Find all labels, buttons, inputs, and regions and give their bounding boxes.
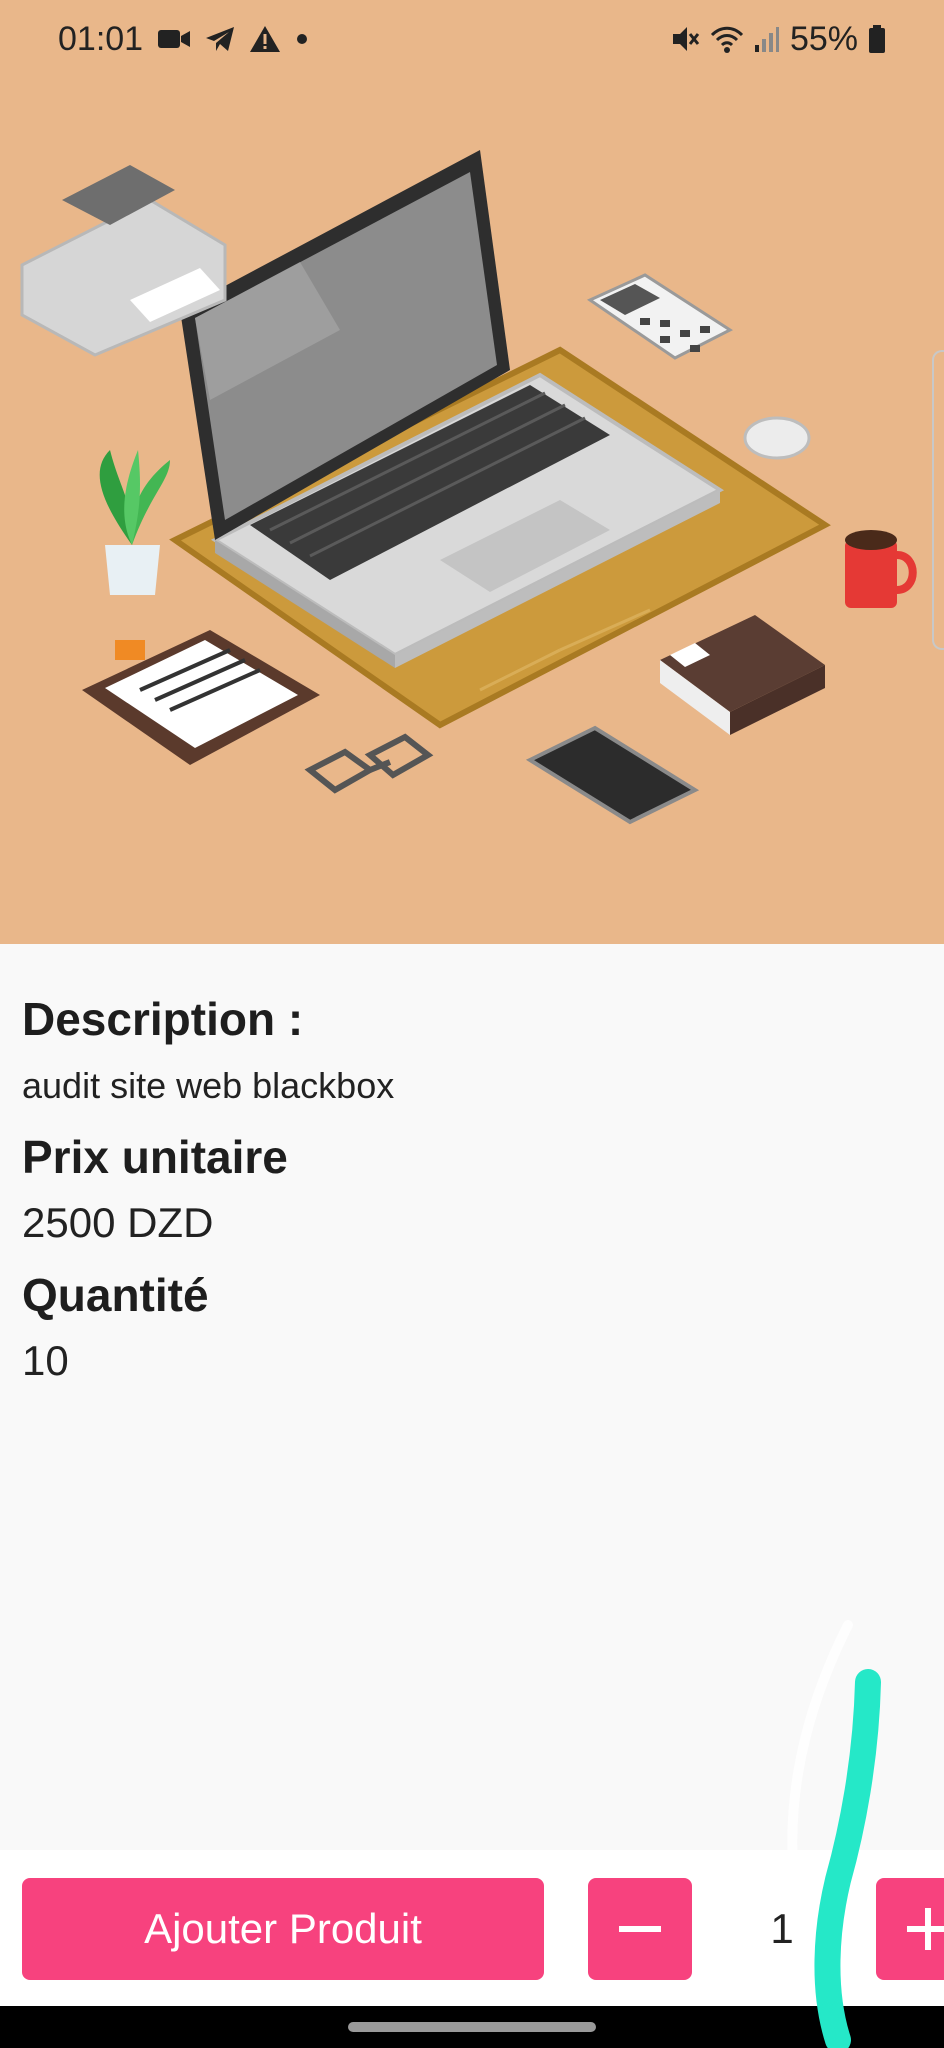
wifi-icon <box>710 22 744 56</box>
battery-icon <box>868 22 886 56</box>
decrease-quantity-button[interactable] <box>588 1878 692 1980</box>
price-value: 2500 DZD <box>22 1199 214 1246</box>
status-time: 01:01 <box>58 19 144 58</box>
workspace-illustration <box>20 150 917 825</box>
quantity-label: Quantité <box>22 1269 209 1321</box>
description-value: audit site web blackbox <box>22 1065 395 1106</box>
product-image <box>0 0 944 944</box>
video-camera-icon <box>157 22 191 56</box>
quantity-stepper-value: 1 <box>770 1905 794 1952</box>
plus-icon <box>907 1908 944 1950</box>
dot-icon <box>295 22 309 56</box>
mute-icon <box>670 22 700 56</box>
system-navigation-bar <box>0 2006 944 2048</box>
warning-icon <box>249 22 281 56</box>
price-label: Prix unitaire <box>22 1131 288 1183</box>
telegram-icon <box>205 22 235 56</box>
scroll-indicator <box>932 350 944 650</box>
bottom-action-bar: Ajouter Produit 1 <box>0 1850 944 2006</box>
signal-icon <box>754 22 780 56</box>
status-bar: 01:01 55% <box>0 0 944 78</box>
increase-quantity-button[interactable] <box>876 1878 944 1980</box>
quantity-value: 10 <box>22 1337 69 1384</box>
description-label: Description : <box>22 993 304 1045</box>
home-gesture-handle[interactable] <box>348 2022 596 2032</box>
battery-percentage: 55% <box>789 19 858 58</box>
minus-icon <box>619 1926 661 1932</box>
add-product-button[interactable]: Ajouter Produit <box>22 1878 544 1980</box>
product-details: Description : audit site web blackbox Pr… <box>22 990 922 1390</box>
product-detail-screen: 01:01 55% Description: audit site web b… <box>0 0 944 2048</box>
